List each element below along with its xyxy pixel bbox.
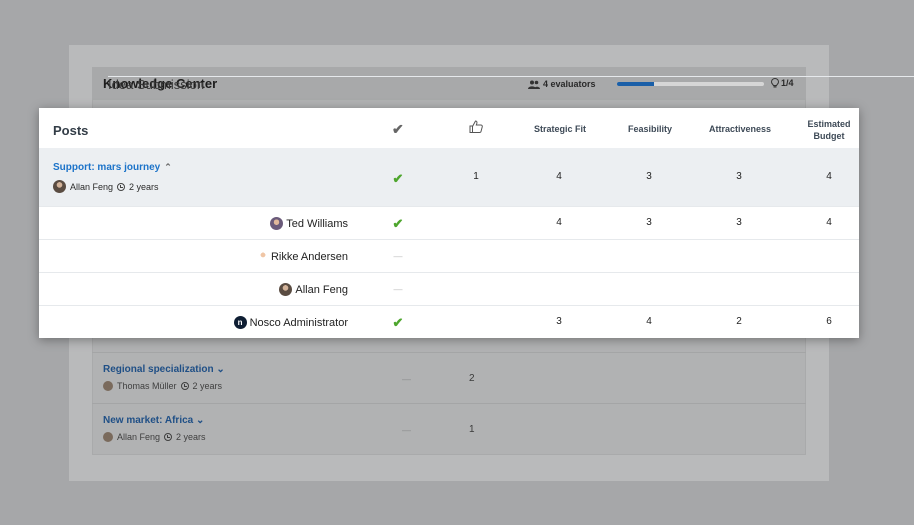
- check-icon[interactable]: ✔: [392, 121, 404, 138]
- admin-avatar-icon: n: [233, 316, 247, 329]
- like-count: 2: [469, 373, 475, 384]
- post-age: 2 years: [176, 432, 206, 442]
- check-icon: ✔: [392, 216, 404, 231]
- post-meta: Thomas Müller 2 years: [103, 381, 222, 391]
- check-icon: ✔: [392, 171, 404, 186]
- evaluation-table: Posts ✔ Strategic Fit Feasibility Attrac…: [39, 108, 859, 338]
- page-title: Knowledge Center Idea Submission: [103, 76, 914, 92]
- avatar: [257, 250, 268, 263]
- feasibility-value: 3: [646, 217, 652, 228]
- strategic-fit-value: 4: [556, 171, 562, 182]
- parent-post-row[interactable]: Support: mars journey ⌃ Allan Feng 2 yea…: [39, 148, 859, 206]
- post-title[interactable]: Regional specialization ⌄: [103, 364, 225, 375]
- pending-dash-icon: —: [393, 251, 403, 261]
- vote-status: —: [402, 425, 411, 435]
- evaluator-name: Allan Feng: [279, 283, 348, 296]
- attractiveness-value: 3: [736, 217, 742, 228]
- pending-dash-icon: —: [393, 284, 403, 294]
- like-count: 1: [473, 171, 479, 182]
- feasibility-header[interactable]: Feasibility: [628, 124, 672, 134]
- attractiveness-value: 3: [736, 171, 742, 182]
- table-row: Rikke Andersen —: [39, 239, 859, 272]
- table-header: Posts ✔ Strategic Fit Feasibility Attrac…: [39, 108, 859, 148]
- clock-icon: [180, 382, 189, 390]
- avatar: [279, 283, 293, 296]
- post-title[interactable]: New market: Africa ⌄: [103, 415, 204, 426]
- evaluators-count: 4 evaluators: [528, 79, 596, 89]
- table-row: n Nosco Administrator ✔ 3 4 2 6: [39, 305, 859, 338]
- feasibility-value: 4: [646, 316, 652, 327]
- strategic-fit-header[interactable]: Strategic Fit: [534, 124, 586, 134]
- post-title[interactable]: Support: mars journey ⌃: [53, 162, 172, 173]
- like-count: 1: [469, 424, 475, 435]
- estimated-budget-header[interactable]: Estimated Budget: [794, 118, 864, 142]
- post-meta: Allan Feng 2 years: [103, 432, 206, 442]
- list-item[interactable]: Regional specialization ⌄ Thomas Müller …: [92, 352, 806, 403]
- post-author: Allan Feng: [117, 432, 161, 442]
- avatar: [103, 381, 113, 391]
- chevron-down-icon[interactable]: ⌄: [216, 364, 224, 375]
- avatar: [270, 217, 284, 230]
- users-icon: [528, 80, 540, 89]
- attractiveness-header[interactable]: Attractiveness: [709, 124, 771, 134]
- post-age: 2 years: [192, 381, 223, 391]
- progress-fill: [617, 82, 654, 86]
- evaluators-label: 4 evaluators: [543, 79, 596, 89]
- estimated-budget-value: 6: [826, 316, 832, 327]
- estimated-budget-value: 4: [826, 171, 832, 182]
- chevron-down-icon[interactable]: ⌄: [196, 415, 204, 426]
- step-indicator: 1/4: [771, 78, 794, 88]
- clock-icon: [117, 182, 126, 191]
- thumbs-up-icon[interactable]: [469, 120, 483, 133]
- post-author: Allan Feng: [70, 181, 114, 192]
- evaluator-name: Ted Williams: [270, 217, 348, 230]
- avatar: [53, 180, 66, 193]
- posts-column-header: Posts: [53, 123, 89, 138]
- table-row: Allan Feng —: [39, 272, 859, 305]
- check-icon: ✔: [392, 315, 404, 330]
- vote-status: —: [402, 374, 411, 384]
- chevron-up-icon[interactable]: ⌃: [164, 162, 172, 173]
- strategic-fit-value: 3: [556, 316, 562, 327]
- strategic-fit-value: 4: [556, 217, 562, 228]
- table-row: Ted Williams ✔ 4 3 3 4: [39, 206, 859, 239]
- evaluator-name: n Nosco Administrator: [233, 316, 348, 329]
- post-age: 2 years: [129, 181, 159, 192]
- evaluation-progress: [617, 82, 764, 86]
- clock-icon: [164, 433, 173, 441]
- estimated-budget-value: 4: [826, 217, 832, 228]
- feasibility-value: 3: [646, 171, 652, 182]
- step-label: 1/4: [781, 78, 794, 88]
- attractiveness-value: 2: [736, 316, 742, 327]
- post-author: Thomas Müller: [117, 381, 177, 391]
- lightbulb-icon: [771, 78, 779, 88]
- post-meta: Allan Feng 2 years: [53, 180, 159, 193]
- avatar: [103, 432, 113, 442]
- list-item[interactable]: New market: Africa ⌄ Allan Feng 2 years …: [92, 403, 806, 454]
- evaluator-name: Rikke Andersen: [257, 250, 348, 263]
